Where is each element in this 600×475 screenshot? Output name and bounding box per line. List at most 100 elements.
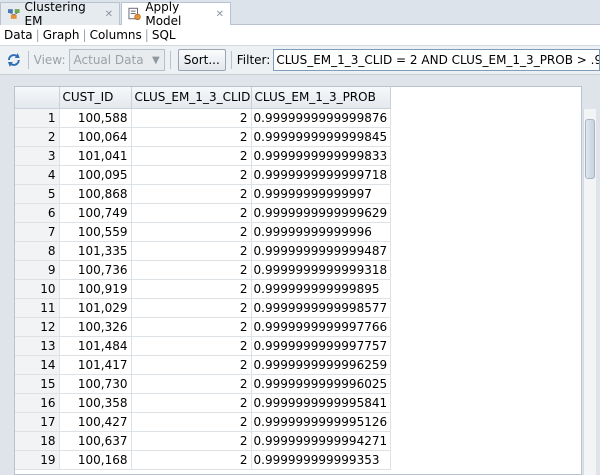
view-select[interactable]: Actual Data ▼ <box>68 49 165 71</box>
clid-cell[interactable]: 2 <box>131 279 252 299</box>
clid-cell[interactable]: 2 <box>131 298 252 318</box>
table-row[interactable]: 14 101,417 2 0.9999999999996259 <box>15 355 392 375</box>
clid-cell[interactable]: 2 <box>131 412 252 432</box>
column-header-clid[interactable]: CLUS_EM_1_3_CLID <box>131 87 252 109</box>
table-row[interactable]: 13 101,484 2 0.9999999999997757 <box>15 336 392 356</box>
cust-id-cell[interactable]: 100,637 <box>59 431 132 451</box>
cust-id-cell[interactable]: 100,427 <box>59 412 132 432</box>
row-number-cell[interactable]: 18 <box>15 431 60 451</box>
cust-id-cell[interactable]: 100,749 <box>59 203 132 223</box>
cust-id-cell[interactable]: 100,559 <box>59 222 132 242</box>
sort-button[interactable]: Sort... <box>177 49 226 71</box>
prob-cell[interactable]: 0.9999999999996259 <box>251 355 392 375</box>
cust-id-cell[interactable]: 100,736 <box>59 260 132 280</box>
cust-id-cell[interactable]: 101,335 <box>59 241 132 261</box>
prob-cell[interactable]: 0.9999999999995126 <box>251 412 392 432</box>
prob-cell[interactable]: 0.9999999999996025 <box>251 374 392 394</box>
row-number-cell[interactable]: 8 <box>15 241 60 261</box>
prob-cell[interactable]: 0.9999999999999845 <box>251 127 392 147</box>
row-number-cell[interactable]: 17 <box>15 412 60 432</box>
clid-cell[interactable]: 2 <box>131 336 252 356</box>
row-number-cell[interactable]: 14 <box>15 355 60 375</box>
row-number-cell[interactable]: 10 <box>15 279 60 299</box>
clid-cell[interactable]: 2 <box>131 146 252 166</box>
row-number-cell[interactable]: 11 <box>15 298 60 318</box>
prob-cell[interactable]: 0.9999999999999718 <box>251 165 392 185</box>
prob-cell[interactable]: 0.9999999999999487 <box>251 241 392 261</box>
prob-cell[interactable]: 0.9999999999999629 <box>251 203 392 223</box>
tab-sql[interactable]: SQL <box>150 28 178 42</box>
clid-cell[interactable]: 2 <box>131 317 252 337</box>
prob-cell[interactable]: 0.9999999999997766 <box>251 317 392 337</box>
row-number-cell[interactable]: 9 <box>15 260 60 280</box>
cust-id-cell[interactable]: 100,588 <box>59 108 132 128</box>
cust-id-cell[interactable]: 100,919 <box>59 279 132 299</box>
row-number-cell[interactable]: 15 <box>15 374 60 394</box>
clid-cell[interactable]: 2 <box>131 260 252 280</box>
cust-id-cell[interactable]: 100,095 <box>59 165 132 185</box>
prob-cell[interactable]: 0.9999999999999876 <box>251 108 392 128</box>
table-row[interactable]: 15 100,730 2 0.9999999999996025 <box>15 374 392 394</box>
clid-cell[interactable]: 2 <box>131 184 252 204</box>
row-number-cell[interactable]: 5 <box>15 184 60 204</box>
prob-cell[interactable]: 0.9999999999995841 <box>251 393 392 413</box>
table-row[interactable]: 11 101,029 2 0.9999999999998577 <box>15 298 392 318</box>
close-icon[interactable]: ✕ <box>105 9 113 20</box>
cust-id-cell[interactable]: 100,868 <box>59 184 132 204</box>
tab-apply-model[interactable]: Apply Model ✕ <box>121 0 231 28</box>
table-row[interactable]: 5 100,868 2 0.99999999999997 <box>15 184 392 204</box>
table-row[interactable]: 12 100,326 2 0.9999999999997766 <box>15 317 392 337</box>
table-row[interactable]: 4 100,095 2 0.9999999999999718 <box>15 165 392 185</box>
clid-cell[interactable]: 2 <box>131 165 252 185</box>
row-number-cell[interactable]: 12 <box>15 317 60 337</box>
prob-cell[interactable]: 0.9999999999998577 <box>251 298 392 318</box>
table-row[interactable]: 18 100,637 2 0.9999999999994271 <box>15 431 392 451</box>
cust-id-cell[interactable]: 101,041 <box>59 146 132 166</box>
close-icon[interactable]: ✕ <box>216 9 224 20</box>
row-number-cell[interactable]: 4 <box>15 165 60 185</box>
prob-cell[interactable]: 0.9999999999994271 <box>251 431 392 451</box>
row-number-cell[interactable]: 13 <box>15 336 60 356</box>
prob-cell[interactable]: 0.9999999999999318 <box>251 260 392 280</box>
prob-cell[interactable]: 0.9999999999999833 <box>251 146 392 166</box>
clid-cell[interactable]: 2 <box>131 203 252 223</box>
clid-cell[interactable]: 2 <box>131 355 252 375</box>
cust-id-cell[interactable]: 100,358 <box>59 393 132 413</box>
row-number-cell[interactable]: 7 <box>15 222 60 242</box>
clid-cell[interactable]: 2 <box>131 222 252 242</box>
vertical-scrollbar[interactable] <box>583 109 596 475</box>
column-header-cust-id[interactable]: CUST_ID <box>59 87 132 109</box>
row-number-cell[interactable]: 19 <box>15 450 60 470</box>
prob-cell[interactable]: 0.9999999999997757 <box>251 336 392 356</box>
table-row[interactable]: 6 100,749 2 0.9999999999999629 <box>15 203 392 223</box>
table-row[interactable]: 2 100,064 2 0.9999999999999845 <box>15 127 392 147</box>
filter-input[interactable]: CLUS_EM_1_3_CLID = 2 AND CLUS_EM_1_3_PRO… <box>273 49 600 71</box>
row-number-cell[interactable]: 2 <box>15 127 60 147</box>
table-row[interactable]: 1 100,588 2 0.9999999999999876 <box>15 108 392 128</box>
table-row[interactable]: 17 100,427 2 0.9999999999995126 <box>15 412 392 432</box>
row-number-cell[interactable]: 3 <box>15 146 60 166</box>
table-row[interactable]: 8 101,335 2 0.9999999999999487 <box>15 241 392 261</box>
row-number-cell[interactable]: 6 <box>15 203 60 223</box>
tab-columns[interactable]: Columns <box>88 28 144 42</box>
cust-id-cell[interactable]: 100,326 <box>59 317 132 337</box>
table-row[interactable]: 19 100,168 2 0.999999999999353 <box>15 450 392 470</box>
tab-clustering-em[interactable]: Clustering EM ✕ <box>0 0 120 28</box>
tab-data[interactable]: Data <box>2 28 35 42</box>
scrollbar-thumb[interactable] <box>585 119 595 179</box>
clid-cell[interactable]: 2 <box>131 431 252 451</box>
clid-cell[interactable]: 2 <box>131 241 252 261</box>
clid-cell[interactable]: 2 <box>131 374 252 394</box>
clid-cell[interactable]: 2 <box>131 127 252 147</box>
cust-id-cell[interactable]: 101,417 <box>59 355 132 375</box>
refresh-icon[interactable] <box>5 51 23 69</box>
prob-cell[interactable]: 0.99999999999997 <box>251 184 392 204</box>
cust-id-cell[interactable]: 101,029 <box>59 298 132 318</box>
row-number-cell[interactable]: 1 <box>15 108 60 128</box>
table-row[interactable]: 10 100,919 2 0.999999999999895 <box>15 279 392 299</box>
prob-cell[interactable]: 0.999999999999895 <box>251 279 392 299</box>
clid-cell[interactable]: 2 <box>131 108 252 128</box>
cust-id-cell[interactable]: 101,484 <box>59 336 132 356</box>
clid-cell[interactable]: 2 <box>131 393 252 413</box>
prob-cell[interactable]: 0.99999999999996 <box>251 222 392 242</box>
